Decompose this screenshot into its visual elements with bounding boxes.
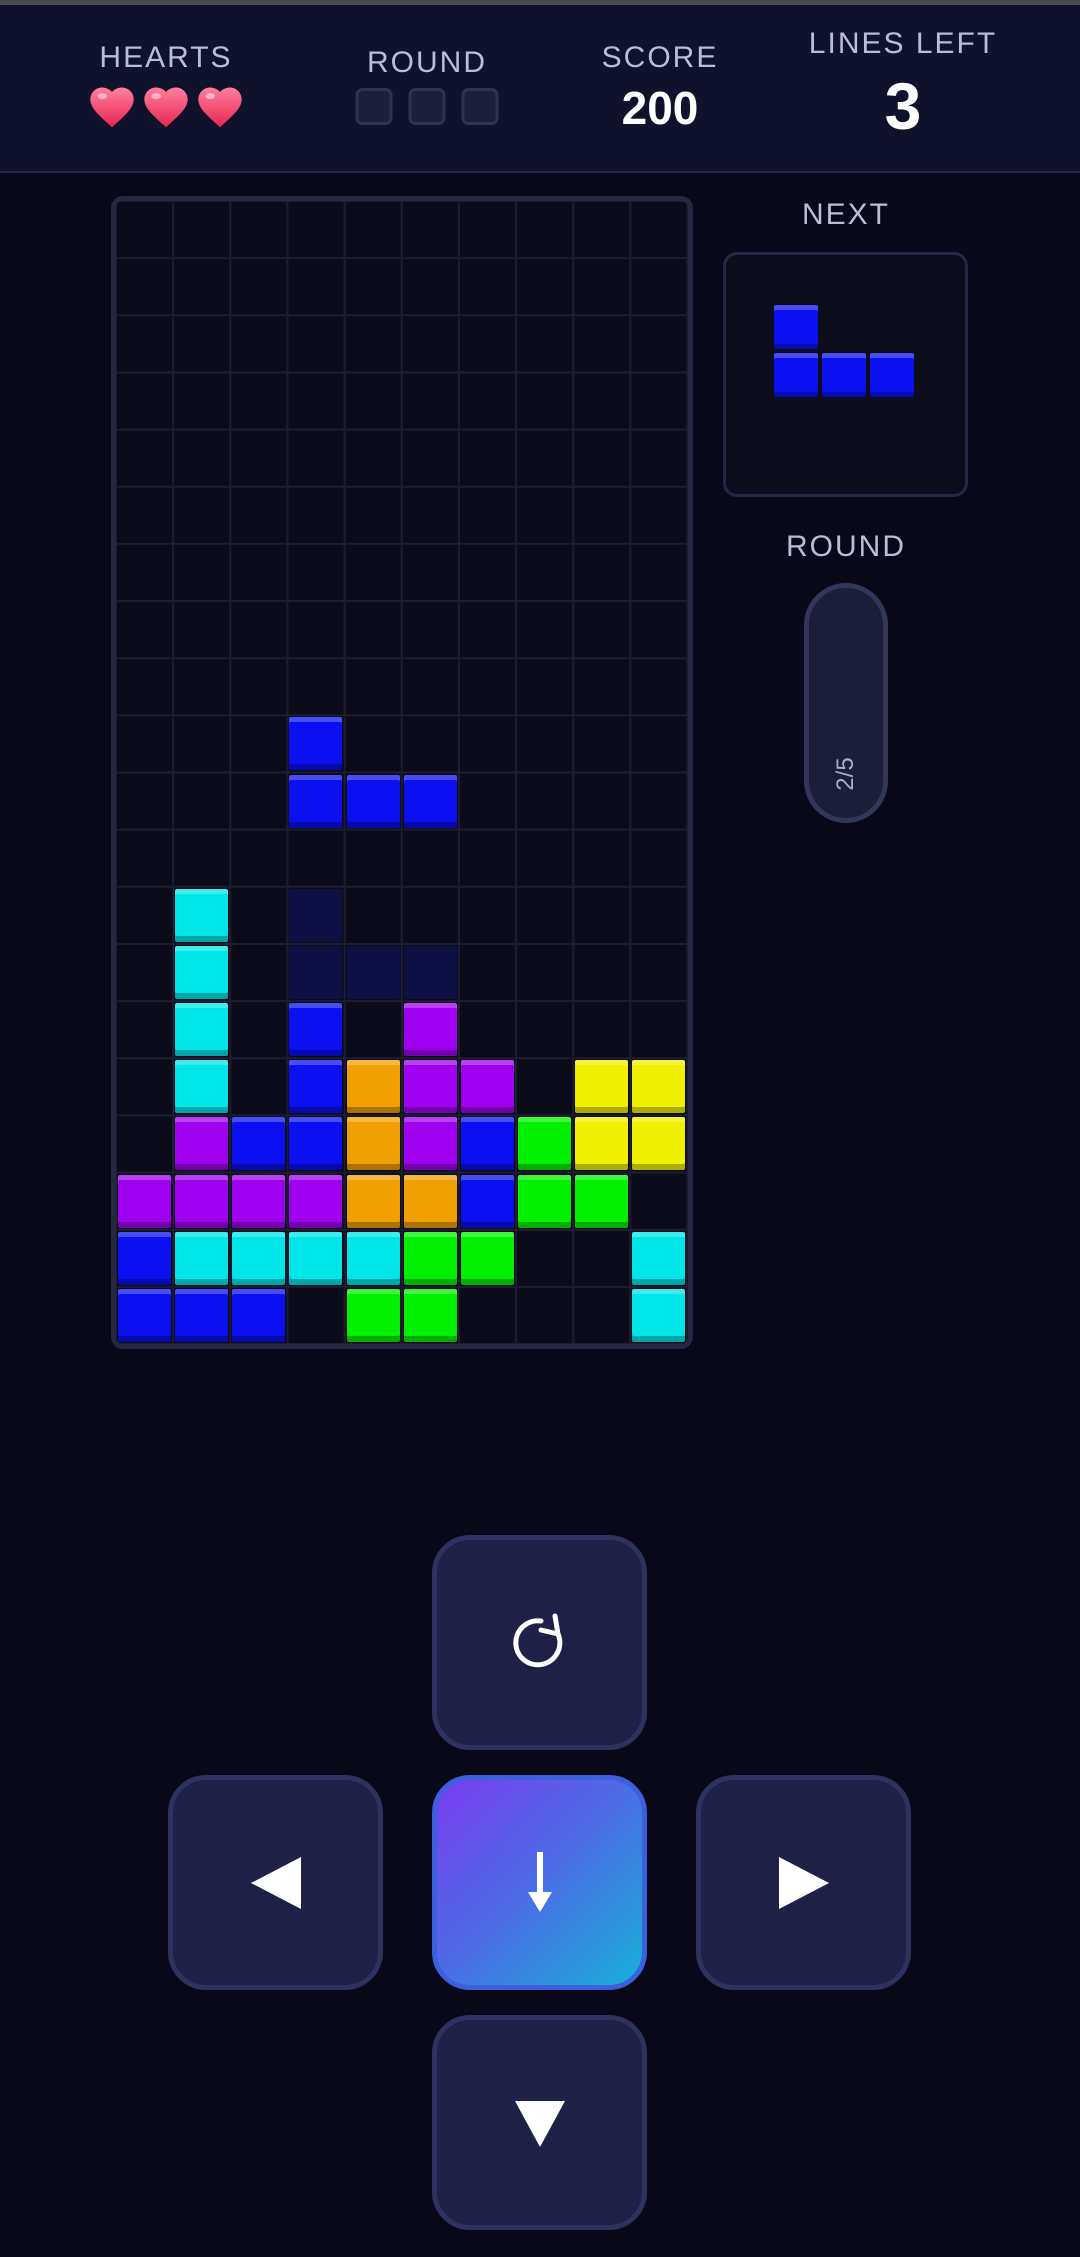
arrow-right-icon [778, 1856, 829, 1909]
soft-drop-button[interactable] [432, 2015, 647, 2230]
arrow-down-icon [527, 1851, 552, 1912]
round-progress-meter: 2/5 [804, 583, 888, 823]
ghost-cell [289, 945, 343, 999]
heart-icon [90, 87, 134, 128]
block-t [175, 1174, 229, 1228]
block-i [632, 1288, 686, 1342]
round-pip [408, 88, 446, 125]
hud-bar: HEARTS ROUND SCORE 200 LINES LEFT 3 [0, 5, 1080, 173]
block-t [460, 1060, 514, 1114]
ghost-cell [289, 888, 343, 942]
heart-icon [144, 87, 188, 128]
block-i [175, 1060, 229, 1114]
round-pips [355, 88, 499, 125]
rotate-button[interactable] [432, 1535, 647, 1750]
round-pip [355, 88, 393, 125]
block-j [289, 1060, 343, 1114]
arrow-left-icon [250, 1856, 301, 1909]
block-j [118, 1288, 171, 1342]
block-i [175, 945, 229, 999]
block-o [632, 1060, 686, 1114]
round-label: ROUND [367, 46, 487, 79]
block-i [175, 1231, 229, 1285]
block-j [289, 717, 343, 771]
ghost-cell [346, 945, 400, 999]
block-o [632, 1117, 686, 1171]
block-i [632, 1231, 686, 1285]
lines-left-value: 3 [884, 69, 922, 143]
next-block [774, 353, 818, 397]
block-j [460, 1117, 514, 1171]
block-t [403, 1003, 457, 1057]
block-i [175, 1003, 229, 1057]
next-block [870, 353, 914, 397]
next-block [774, 305, 818, 349]
block-t [403, 1117, 457, 1171]
block-i [232, 1231, 286, 1285]
block-j [175, 1288, 229, 1342]
hearts-label: HEARTS [99, 41, 233, 74]
block-o [575, 1117, 629, 1171]
block-s [460, 1231, 514, 1285]
block-l [346, 1117, 400, 1171]
board-grid [116, 201, 688, 1344]
block-t [118, 1174, 171, 1228]
block-j [289, 1117, 343, 1171]
move-right-button[interactable] [696, 1775, 911, 1990]
lines-left-label: LINES LEFT [808, 27, 998, 60]
round-progress-label: ROUND [786, 530, 906, 563]
block-t [175, 1117, 229, 1171]
block-l [403, 1174, 457, 1228]
game-board[interactable] [111, 196, 693, 1349]
hard-drop-button[interactable] [432, 1775, 647, 1990]
block-s [575, 1174, 629, 1228]
block-i [175, 888, 229, 942]
triangle-down-icon [514, 2100, 565, 2147]
block-t [232, 1174, 286, 1228]
block-j [289, 1003, 343, 1057]
block-j [118, 1231, 171, 1285]
block-j [232, 1288, 286, 1342]
block-o [575, 1060, 629, 1114]
move-left-button[interactable] [168, 1775, 383, 1990]
block-t [403, 1060, 457, 1114]
score-label: SCORE [601, 41, 719, 74]
block-i [289, 1231, 343, 1285]
block-i [346, 1231, 400, 1285]
round-progress-text: 2/5 [832, 757, 859, 791]
block-j [346, 774, 400, 828]
block-j [403, 774, 457, 828]
block-s [403, 1231, 457, 1285]
block-j [289, 774, 343, 828]
block-s [403, 1288, 457, 1342]
next-label: NEXT [801, 198, 891, 231]
block-s [346, 1288, 400, 1342]
block-j [460, 1174, 514, 1228]
next-block [822, 353, 866, 397]
round-pip [461, 88, 499, 125]
block-s [518, 1117, 572, 1171]
block-l [346, 1174, 400, 1228]
block-s [518, 1174, 572, 1228]
ghost-cell [403, 945, 457, 999]
heart-icon [198, 87, 242, 128]
block-j [232, 1117, 286, 1171]
block-t [289, 1174, 343, 1228]
hearts-row [86, 81, 246, 133]
next-piece-preview [723, 252, 968, 497]
block-l [346, 1060, 400, 1114]
score-value: 200 [621, 82, 699, 134]
rotate-icon [512, 1613, 562, 1667]
